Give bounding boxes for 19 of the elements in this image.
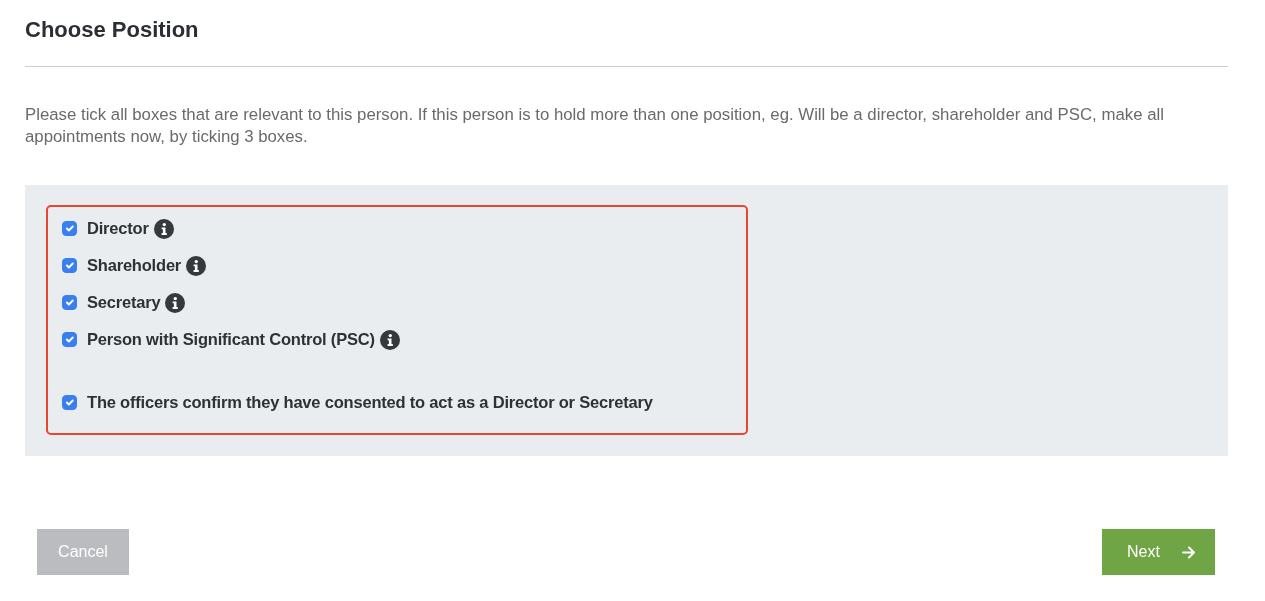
next-button[interactable]: Next <box>1102 529 1215 575</box>
checkbox[interactable] <box>62 221 77 236</box>
page-title: Choose Position <box>25 16 200 44</box>
cancel-button[interactable]: Cancel <box>37 529 129 575</box>
info-icon[interactable] <box>153 218 174 239</box>
instructions-text: Please tick all boxes that are relevant to this person. If this person is to hold more than one position, eg. Will be a director, shareholder and PSC, make all appointments now, by ticking 3 boxes. <box>25 104 1165 148</box>
checkbox[interactable] <box>62 295 77 310</box>
checkbox[interactable] <box>62 258 77 273</box>
position-label: Secretary <box>87 292 161 314</box>
checkbox[interactable] <box>62 332 77 347</box>
consent-label: The officers confirm they have consented to act as a Director or Secretary <box>87 392 653 414</box>
info-icon[interactable] <box>186 255 207 276</box>
position-label: Person with Significant Control (PSC) <box>87 329 375 351</box>
arrow-right-icon <box>1181 545 1196 559</box>
info-icon[interactable] <box>379 329 400 350</box>
position-label: Director <box>87 218 149 240</box>
position-label: Shareholder <box>87 255 182 277</box>
info-icon[interactable] <box>165 292 186 313</box>
checkbox[interactable] <box>62 395 77 410</box>
